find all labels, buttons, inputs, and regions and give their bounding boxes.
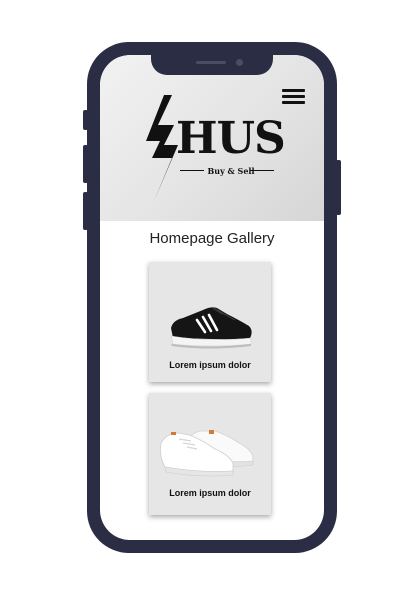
gallery-card-caption: Lorem ipsum dolor <box>169 488 251 498</box>
black-sneaker-image <box>170 307 252 349</box>
phone-power-button <box>336 160 341 215</box>
hamburger-menu-icon[interactable] <box>282 89 305 104</box>
phone-side-button <box>83 110 88 130</box>
phone-volume-down <box>83 192 88 230</box>
gallery-card[interactable]: Lorem ipsum dolor <box>149 393 271 515</box>
logo-tagline: Buy & Sell <box>207 166 255 176</box>
gallery-card-caption: Lorem ipsum dolor <box>169 360 251 370</box>
phone-notch <box>151 55 273 75</box>
speaker-grille <box>196 61 226 64</box>
white-sneaker-image <box>160 430 254 477</box>
front-camera <box>236 59 243 66</box>
logo-rule-right <box>250 170 274 171</box>
phone-volume-up <box>83 145 88 183</box>
logo-wordmark: HUS <box>176 113 286 164</box>
gallery-card[interactable]: Lorem ipsum dolor <box>149 262 271 382</box>
brand-logo: HUS Buy & Sell <box>142 95 286 201</box>
gallery-title: Homepage Gallery <box>149 230 275 247</box>
